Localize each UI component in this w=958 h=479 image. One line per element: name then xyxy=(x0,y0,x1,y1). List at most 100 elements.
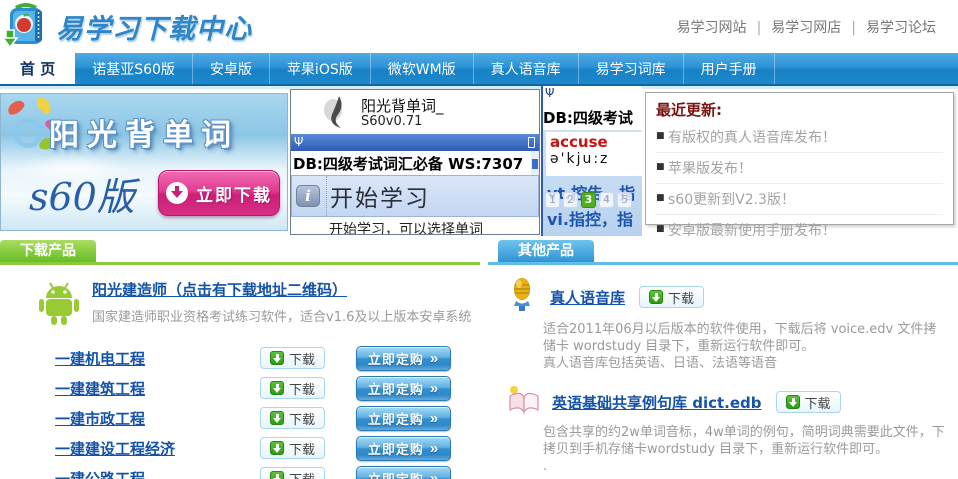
tab-other-products: 其他产品 xyxy=(498,240,594,262)
backpack-logo-icon xyxy=(2,2,50,50)
app-screenshot-1: 阳光背单词_ S60v0.71 Ψ DB:四级考试词汇必备 WS:7307 i … xyxy=(290,89,540,235)
link-separator: | xyxy=(851,20,856,36)
download-arrow-icon xyxy=(166,182,188,204)
download-products-section: 下载产品 xyxy=(0,240,480,479)
nav-item-home[interactable]: 首 页 xyxy=(0,53,75,84)
chevron-right-icon: » xyxy=(430,410,439,427)
link-forum[interactable]: 易学习论坛 xyxy=(866,20,936,36)
product-desc: 国家建造师职业资格考试练习软件，适合v1.6及以上版本安卓系统 xyxy=(92,306,471,325)
nav-item-wm[interactable]: 微软WM版 xyxy=(371,53,474,84)
item-link-gonglu[interactable]: 一建公路工程 xyxy=(55,468,260,479)
app-screenshot-2: Ψ DB:四级考试 accuse ə'kju:z vt.控告，指 vi.指控，指… xyxy=(541,86,642,236)
nav-item-dictionary[interactable]: 易学习词库 xyxy=(579,53,684,84)
download-icon xyxy=(270,471,284,479)
db-line: DB:四级考试词汇必备 WS:7307 xyxy=(291,151,539,175)
product-sentence-library: 英语基础共享例句库 dict.edb 下载 包含共享的约2w单词音标，4w单词的… xyxy=(488,384,958,475)
battery-icon xyxy=(528,137,535,148)
order-button[interactable]: 立即定购» xyxy=(356,376,451,401)
download-icon xyxy=(270,441,284,455)
page-header: 易学习下载中心 易学习网站 | 易学习网店 | 易学习论坛 xyxy=(0,0,958,53)
link-website[interactable]: 易学习网站 xyxy=(677,20,747,36)
download-button[interactable]: 下载 xyxy=(260,467,325,479)
download-row: 一建公路工程 下载 立即定购» xyxy=(0,463,480,479)
item-link-jidian[interactable]: 一建机电工程 xyxy=(55,348,260,369)
word: accuse xyxy=(550,133,642,151)
download-icon xyxy=(270,351,284,365)
nav-item-manual[interactable]: 用户手册 xyxy=(684,53,775,84)
download-icon xyxy=(786,395,800,409)
banner-row: 阳光背单词 s60版 立即下载 阳光背单词_ S60v0.71 Ψ DB:四级考… xyxy=(0,86,958,238)
download-button[interactable]: 下载 xyxy=(260,437,325,459)
item-link-shizheng[interactable]: 一建市政工程 xyxy=(55,408,260,429)
download-icon xyxy=(270,381,284,395)
order-button[interactable]: 立即定购» xyxy=(356,436,451,461)
pagination: 1 2 3 4 5 xyxy=(545,192,632,208)
meaning-vi: vi.指控，指 xyxy=(547,206,633,230)
order-button[interactable]: 立即定购» xyxy=(356,406,451,431)
item-link-jingji[interactable]: 一建建设工程经济 xyxy=(55,438,260,459)
product-desc: 包含共享的约2w单词音标，4w单词的例句，简明词典需要此文件，下 拷贝到手机存储… xyxy=(543,424,958,475)
download-row: 一建机电工程 下载 立即定购» xyxy=(0,343,480,373)
book-icon xyxy=(506,384,540,420)
bullet-icon: ■ xyxy=(656,224,665,234)
promo-banner: 阳光背单词 s60版 立即下载 xyxy=(0,93,288,231)
product-android: 阳光建造师（点击有下载地址二维码） 国家建造师职业资格考试练习软件，适合v1.6… xyxy=(0,279,480,331)
link-shop[interactable]: 易学习网店 xyxy=(771,20,841,36)
product-link-builder[interactable]: 阳光建造师（点击有下载地址二维码） xyxy=(92,281,347,299)
signal-icon: Ψ xyxy=(294,134,303,151)
main-nav: 首 页 诺基亚S60版 安卓版 苹果iOS版 微软WM版 真人语音库 易学习词库… xyxy=(0,53,958,86)
nav-item-ios[interactable]: 苹果iOS版 xyxy=(270,53,371,84)
banner-edition: s60版 xyxy=(29,166,135,221)
signal-icon: Ψ xyxy=(543,86,642,104)
product-desc: 适合2011年06月以后版本的软件使用，下载后将 voice.edv 文件拷 储… xyxy=(543,321,958,372)
content-area: 下载产品 xyxy=(0,240,958,479)
update-item: ■有版权的真人语音库发布！ xyxy=(656,122,943,153)
page-number: 1 xyxy=(545,192,560,208)
order-button[interactable]: 立即定购» xyxy=(356,346,451,371)
nav-item-voice-library[interactable]: 真人语音库 xyxy=(474,53,579,84)
chevron-right-icon: » xyxy=(430,380,439,397)
download-icon xyxy=(649,290,663,304)
download-row: 一建建设工程经济 下载 立即定购» xyxy=(0,433,480,463)
microphone-icon xyxy=(506,277,538,317)
page-number-active: 3 xyxy=(581,192,596,208)
update-item: ■苹果版发布！ xyxy=(656,153,943,184)
download-row: 一建建筑工程 下载 立即定购» xyxy=(0,373,480,403)
chevron-right-icon: » xyxy=(430,470,439,479)
status-bar: Ψ xyxy=(291,134,539,151)
nav-item-android[interactable]: 安卓版 xyxy=(193,53,270,84)
download-row: 一建市政工程 下载 立即定购» xyxy=(0,403,480,433)
bullet-icon: ■ xyxy=(656,131,665,141)
chevron-right-icon: » xyxy=(430,350,439,367)
product-voice-library: 真人语音库 下载 适合2011年06月以后版本的软件使用，下载后将 voice.… xyxy=(488,277,958,372)
app-logo-icon xyxy=(319,94,357,136)
site-logo: 易学习下载中心 xyxy=(2,2,252,50)
page-number: 4 xyxy=(599,192,614,208)
download-button[interactable]: 下载 xyxy=(776,391,841,413)
item-link-jianzhu[interactable]: 一建建筑工程 xyxy=(55,378,260,399)
product-link-dict[interactable]: 英语基础共享例句库 dict.edb xyxy=(552,392,762,413)
order-button[interactable]: 立即定购» xyxy=(356,466,451,479)
download-button[interactable]: 下载 xyxy=(260,377,325,399)
download-button[interactable]: 下载 xyxy=(260,407,325,429)
bullet-icon: ■ xyxy=(656,193,665,203)
bullet-icon: ■ xyxy=(656,162,665,172)
chevron-right-icon: » xyxy=(430,440,439,457)
logo-text: 易学习下载中心 xyxy=(56,7,252,46)
app-version: S60v0.71 xyxy=(361,114,422,129)
nav-item-nokia-s60[interactable]: 诺基亚S60版 xyxy=(75,53,193,84)
phonetic: ə'kju:z xyxy=(550,151,642,167)
download-button[interactable]: 下载 xyxy=(639,286,704,308)
page-number: 5 xyxy=(617,192,632,208)
recent-updates-panel: 最近更新: ■有版权的真人语音库发布！ ■苹果版发布！ ■s60更新到V2.3版… xyxy=(645,92,954,225)
db-line: DB:四级考试 xyxy=(543,104,642,130)
download-button[interactable]: 下载 xyxy=(260,347,325,369)
tab-download-products: 下载产品 xyxy=(0,240,96,262)
banner-title: 阳光背单词 xyxy=(1,110,287,154)
app-title: 阳光背单词_ xyxy=(361,95,444,116)
link-separator: | xyxy=(757,20,762,36)
banner-download-button[interactable]: 立即下载 xyxy=(158,170,280,216)
menu-item-start-learning: i 开始学习 xyxy=(291,175,539,217)
product-link-voice[interactable]: 真人语音库 xyxy=(550,287,625,308)
page-number: 2 xyxy=(563,192,578,208)
